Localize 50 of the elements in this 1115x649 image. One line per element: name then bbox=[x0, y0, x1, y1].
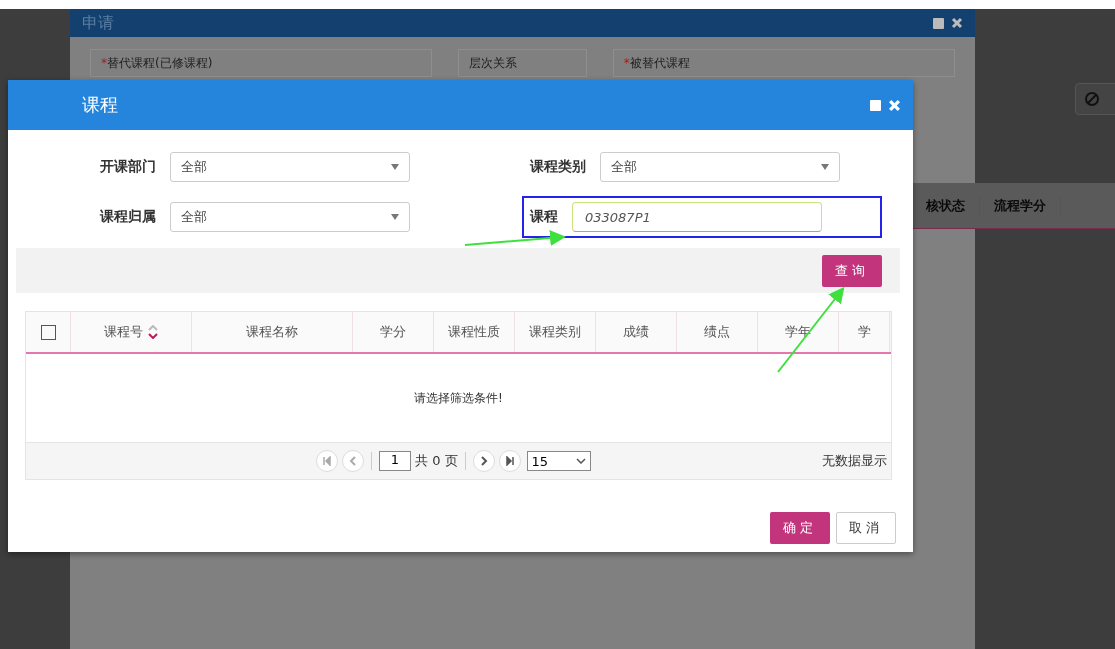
field-label: 替代课程(已修课程) bbox=[107, 54, 213, 72]
maximize-icon[interactable] bbox=[870, 99, 881, 111]
last-page-button[interactable] bbox=[498, 450, 521, 472]
filter-label: 课程 bbox=[530, 208, 558, 226]
chevron-right-icon bbox=[478, 456, 489, 466]
select-field[interactable]: 全部 bbox=[170, 152, 410, 182]
dropdown-arrow-icon bbox=[391, 164, 399, 170]
select-field[interactable]: 全部 bbox=[600, 152, 840, 182]
dialog-title: 申请 bbox=[82, 12, 114, 34]
column-header[interactable]: 学年 bbox=[785, 323, 811, 341]
field-label: 层次关系 bbox=[469, 54, 518, 72]
page-input[interactable]: 1 bbox=[379, 451, 411, 471]
column-header[interactable]: 学 bbox=[857, 323, 871, 341]
select-all-checkbox[interactable] bbox=[40, 324, 56, 340]
column-header[interactable]: 课程类别 bbox=[529, 323, 581, 341]
dialog-button[interactable]: 确定 bbox=[770, 512, 830, 544]
dialog-button[interactable]: 取消 bbox=[836, 512, 896, 544]
column-header[interactable]: 课程号 bbox=[104, 323, 143, 341]
field-label: 被替代课程 bbox=[629, 54, 690, 72]
dialog-title: 课程 bbox=[82, 93, 118, 117]
dropdown-arrow-icon bbox=[821, 164, 829, 170]
column-header[interactable]: 课程性质 bbox=[448, 323, 500, 341]
maximize-icon[interactable] bbox=[933, 17, 944, 29]
last-page-icon bbox=[504, 456, 515, 466]
column-header: 流程学分 bbox=[980, 196, 1061, 215]
next-page-button[interactable] bbox=[472, 450, 495, 472]
required-mark: * bbox=[101, 56, 107, 70]
first-page-icon bbox=[322, 456, 332, 466]
required-mark: * bbox=[623, 56, 630, 70]
ban-icon bbox=[1084, 91, 1100, 107]
column-header[interactable]: 成绩 bbox=[623, 323, 649, 341]
column-header[interactable]: 绩点 bbox=[704, 323, 730, 341]
filter-label: 开课部门 bbox=[100, 158, 156, 176]
dropdown-arrow-icon bbox=[391, 214, 399, 220]
chevron-down-icon bbox=[575, 458, 586, 464]
page-total: 共 0 页 bbox=[415, 452, 458, 470]
pager-status: 无数据显示 bbox=[822, 452, 887, 470]
search-button[interactable]: 查询 bbox=[822, 254, 882, 287]
filter-label: 课程类别 bbox=[530, 158, 586, 176]
column-header[interactable]: 学分 bbox=[380, 323, 406, 341]
sort-icon[interactable] bbox=[148, 325, 158, 339]
filter-label: 课程归属 bbox=[100, 208, 156, 226]
chevron-left-icon bbox=[348, 456, 358, 466]
close-icon[interactable] bbox=[951, 17, 963, 29]
disable-button[interactable] bbox=[1075, 83, 1115, 115]
empty-message: 请选择筛选条件! bbox=[414, 389, 503, 407]
select-field[interactable]: 全部 bbox=[170, 202, 410, 232]
column-header[interactable]: 课程名称 bbox=[246, 323, 298, 341]
page-size-select[interactable]: 15 bbox=[526, 451, 591, 471]
input-field[interactable]: 033087P1 bbox=[572, 202, 822, 232]
